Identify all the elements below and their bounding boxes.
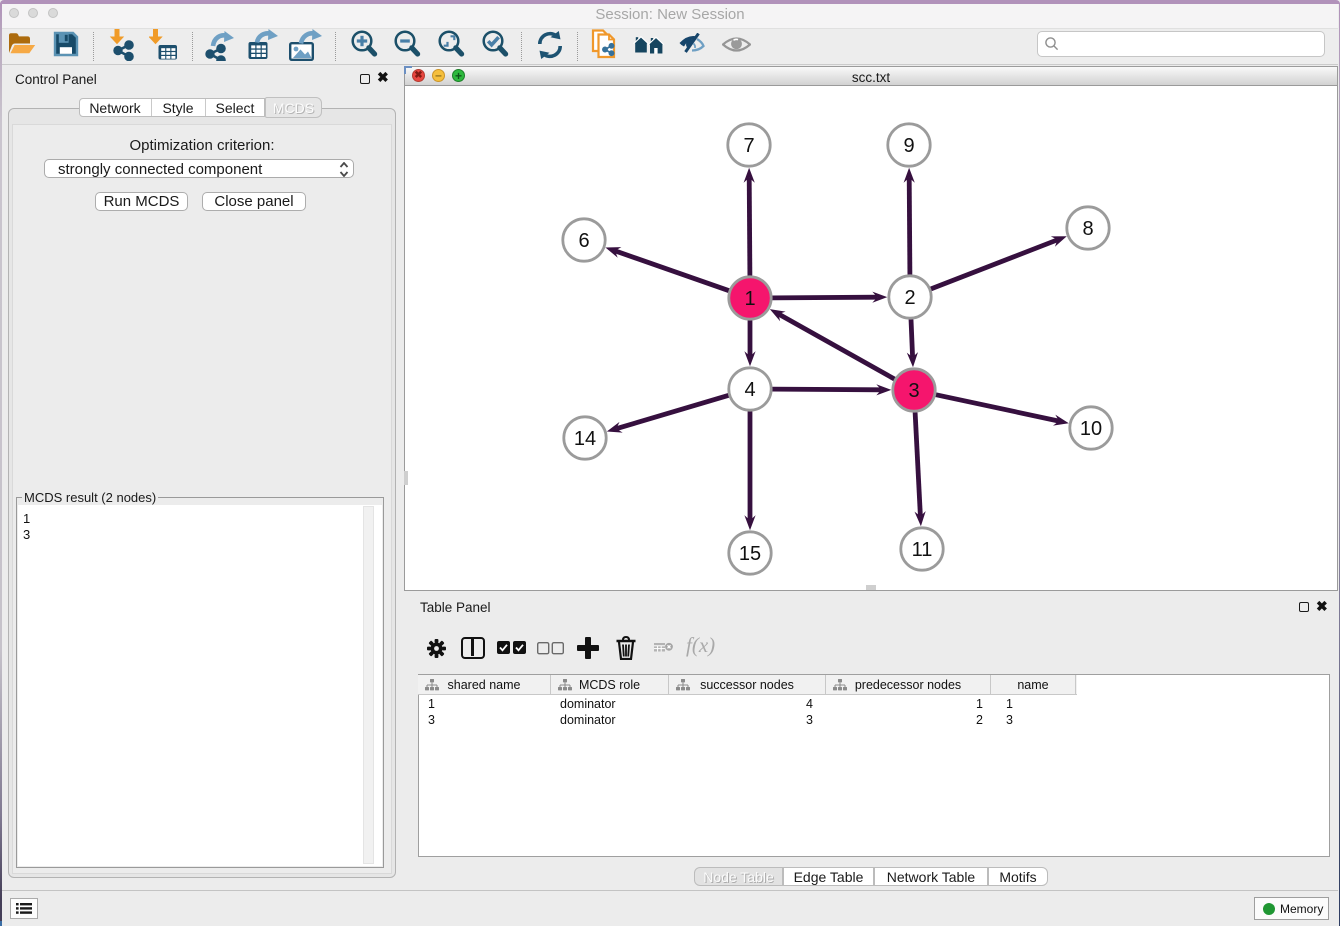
svg-text:11: 11 [912, 539, 933, 561]
svg-text:10: 10 [1080, 418, 1102, 440]
svg-text:1: 1 [744, 288, 755, 310]
svg-text:8: 8 [1082, 218, 1093, 240]
svg-text:3: 3 [908, 380, 919, 402]
svg-text:15: 15 [739, 543, 761, 565]
svg-text:7: 7 [743, 135, 754, 157]
svg-text:6: 6 [578, 230, 589, 252]
svg-text:4: 4 [744, 379, 755, 401]
svg-text:14: 14 [574, 428, 596, 450]
svg-text:2: 2 [904, 287, 915, 309]
svg-text:9: 9 [903, 135, 914, 157]
